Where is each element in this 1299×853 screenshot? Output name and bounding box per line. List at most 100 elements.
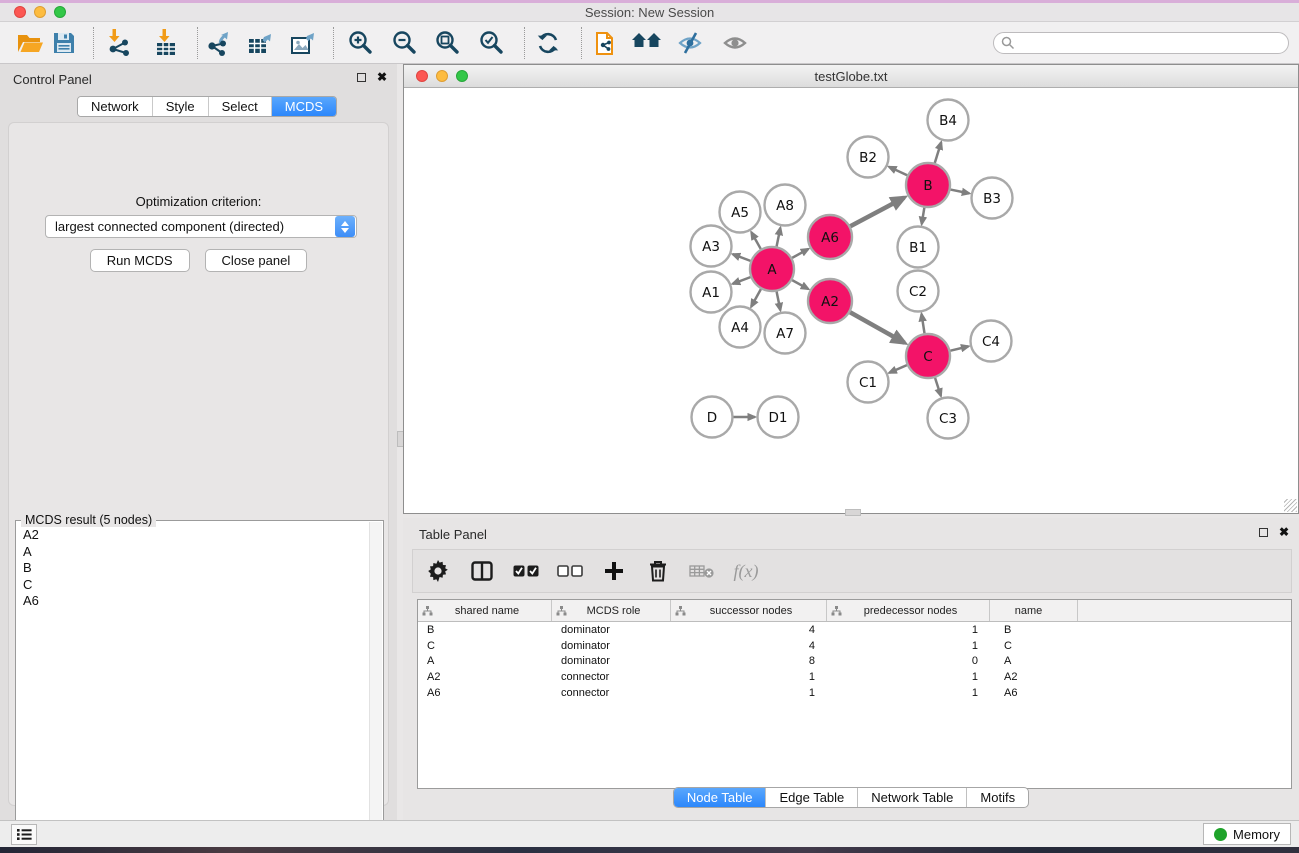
graph-edge-B-B1[interactable] (922, 208, 925, 224)
list-item[interactable]: A (16, 544, 368, 561)
split-pane-grip-horizontal[interactable] (845, 509, 861, 516)
graph-edge-A-A5[interactable] (751, 232, 760, 249)
deselect-all-checkboxes-icon[interactable] (551, 553, 589, 589)
show-graphics-details-icon[interactable] (718, 26, 754, 60)
float-table-panel-icon[interactable] (1259, 528, 1268, 537)
list-item[interactable]: B (16, 560, 368, 577)
graph-edge-B-B2[interactable] (889, 167, 907, 175)
zoom-fit-icon[interactable] (430, 26, 466, 60)
graph-edge-A-A8[interactable] (777, 228, 781, 247)
graph-node-label-B3: B3 (983, 191, 1001, 207)
table-row[interactable]: A dominator 8 0 A (418, 654, 1291, 670)
list-item[interactable]: A6 (16, 593, 368, 610)
list-item[interactable]: A2 (16, 527, 368, 544)
control-panel: Control Panel ✖ Network Style Select MCD… (0, 64, 397, 820)
show-columns-icon[interactable] (463, 553, 501, 589)
graph-edge-A2-C[interactable] (850, 312, 904, 343)
float-panel-icon[interactable] (357, 73, 366, 82)
control-panel-tabs: Network Style Select MCDS (77, 96, 337, 117)
column-header-predecessor-nodes[interactable]: predecessor nodes (827, 600, 990, 621)
graph-edge-A-A7[interactable] (777, 292, 781, 311)
toolbar-separator (524, 27, 525, 59)
import-network-icon[interactable] (102, 26, 138, 60)
table-row[interactable]: C dominator 4 1 C (418, 638, 1291, 654)
export-network-icon[interactable] (201, 26, 237, 60)
window-title: Session: New Session (0, 5, 1299, 20)
graph-edge-C-C1[interactable] (889, 365, 907, 373)
tab-style[interactable]: Style (152, 97, 208, 116)
graph-edge-B-B4[interactable] (935, 142, 941, 163)
zoom-in-icon[interactable] (343, 26, 379, 60)
close-panel-icon[interactable]: ✖ (377, 72, 387, 82)
graph-edge-B-B3[interactable] (951, 190, 970, 194)
function-builder-icon[interactable]: f(x) (727, 553, 765, 589)
memory-button[interactable]: Memory (1203, 823, 1291, 845)
open-session-icon[interactable] (12, 26, 48, 60)
refresh-icon[interactable] (530, 26, 566, 60)
tab-network-table[interactable]: Network Table (857, 788, 966, 807)
save-session-icon[interactable] (46, 26, 82, 60)
home-view-icon[interactable] (629, 26, 665, 60)
delete-column-icon[interactable] (639, 553, 677, 589)
graph-node-label-B2: B2 (859, 150, 877, 166)
close-panel-button[interactable]: Close panel (205, 249, 308, 272)
criterion-dropdown[interactable]: largest connected component (directed) (45, 215, 357, 238)
zoom-selected-icon[interactable] (474, 26, 510, 60)
graph-edge-A-A6[interactable] (792, 249, 808, 258)
table-row[interactable]: B dominator 4 1 B (418, 622, 1291, 638)
table-row[interactable]: A2 connector 1 1 A2 (418, 669, 1291, 685)
list-item[interactable]: C (16, 577, 368, 594)
attribute-type-icon (422, 606, 433, 616)
network-canvas[interactable]: B4B2BB3A8A5A6A3B1AA1C2A2A4A7C4CC1C3DD1 (405, 88, 1297, 512)
tab-node-table[interactable]: Node Table (674, 788, 766, 807)
graph-node-label-A6: A6 (821, 230, 839, 246)
select-all-checkboxes-icon[interactable] (507, 553, 545, 589)
zoom-out-icon[interactable] (387, 26, 423, 60)
network-from-document-icon[interactable] (590, 26, 626, 60)
tab-mcds[interactable]: MCDS (271, 97, 336, 116)
tab-edge-table[interactable]: Edge Table (765, 788, 857, 807)
graph-edge-C-C4[interactable] (950, 346, 968, 350)
search-input[interactable] (1015, 34, 1288, 52)
graph-edge-A-A4[interactable] (751, 289, 761, 307)
graph-edge-A-A1[interactable] (733, 277, 751, 284)
graph-node-label-A: A (767, 262, 777, 278)
graph-edge-C-C2[interactable] (922, 314, 925, 333)
table-row[interactable]: A6 connector 1 1 A6 (418, 685, 1291, 701)
tab-select[interactable]: Select (208, 97, 271, 116)
graph-node-label-A8: A8 (776, 198, 794, 214)
memory-status-icon (1214, 828, 1227, 841)
run-mcds-button[interactable]: Run MCDS (90, 249, 190, 272)
search-field[interactable] (993, 32, 1289, 54)
resize-corner-handle[interactable] (1284, 499, 1297, 512)
toolbar-separator (333, 27, 334, 59)
tab-motifs[interactable]: Motifs (966, 788, 1028, 807)
graph-edge-A-A2[interactable] (792, 280, 808, 289)
graph-edge-A6-B[interactable] (850, 198, 904, 227)
network-window-titlebar[interactable]: testGlobe.txt (404, 65, 1298, 88)
toolbar-separator (197, 27, 198, 59)
graph-node-label-A4: A4 (731, 320, 749, 336)
graph-node-label-A2: A2 (821, 294, 839, 310)
list-scrollbar[interactable] (369, 522, 382, 853)
tab-network[interactable]: Network (78, 97, 152, 116)
close-table-panel-icon[interactable]: ✖ (1279, 527, 1289, 537)
graph-node-label-C: C (923, 349, 932, 365)
table-settings-gear-icon[interactable] (419, 553, 457, 589)
mcds-panel: Optimization criterion: largest connecte… (8, 122, 389, 806)
column-header-shared-name[interactable]: shared name (418, 600, 552, 621)
export-table-icon[interactable] (243, 26, 279, 60)
delete-table-icon[interactable] (683, 553, 721, 589)
task-history-icon[interactable] (11, 824, 37, 845)
column-header-mcds-role[interactable]: MCDS role (552, 600, 671, 621)
column-header-name[interactable]: name (990, 600, 1078, 621)
graph-node-label-B4: B4 (939, 113, 957, 129)
hide-graphics-details-icon[interactable] (673, 26, 709, 60)
graph-edge-A-A3[interactable] (733, 254, 751, 261)
import-table-icon[interactable] (148, 26, 184, 60)
column-header-successor-nodes[interactable]: successor nodes (671, 600, 827, 621)
export-image-icon[interactable] (286, 26, 322, 60)
search-icon (1001, 36, 1015, 50)
graph-edge-C-C3[interactable] (935, 378, 941, 396)
add-column-icon[interactable] (595, 553, 633, 589)
